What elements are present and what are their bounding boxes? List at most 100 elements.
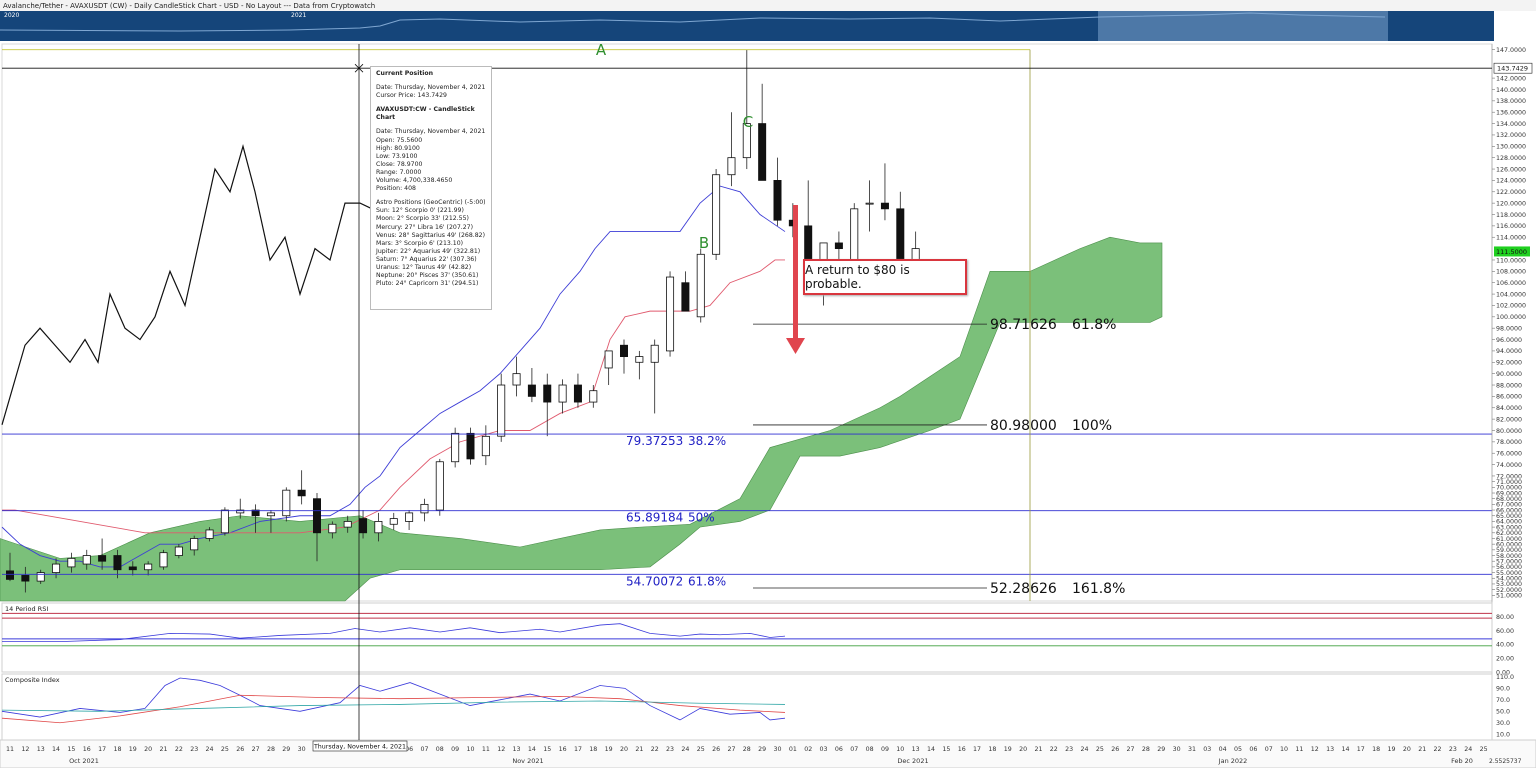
price-axis[interactable]: 147.0000 142.0000 140.0000 138.0000 136.0000… — [1491, 44, 1533, 740]
fib-label-pct: 50% — [688, 511, 715, 525]
fib-label-value: 65.89184 — [626, 511, 683, 525]
date-tick-label: 07 — [850, 746, 858, 753]
candle-body-up — [589, 390, 598, 403]
date-tick-label: 19 — [1387, 746, 1395, 753]
date-tick-label: 31 — [1188, 746, 1196, 753]
candle — [420, 498, 429, 522]
price-tick-label: 140.0000 — [1496, 87, 1526, 94]
tooltip-line: Date: Thursday, November 4, 2021 — [376, 128, 486, 136]
candle — [543, 373, 552, 437]
chart-title: Avalanche/Tether - AVAXUSDT (CW) - Daily… — [3, 2, 375, 10]
composite-panel: Composite Index 110.0 90.0 70.0 50.0 30.0 10.0 — [1, 673, 1514, 741]
date-tick-label: 09 — [451, 746, 459, 753]
date-tick-label: 07 — [1265, 746, 1273, 753]
lagging-span-line — [1, 144, 373, 425]
candle-body-down — [834, 242, 843, 250]
date-tick-label: 20 — [1403, 746, 1411, 753]
date-tick-label: 25 — [221, 746, 229, 753]
candle — [297, 470, 306, 505]
date-tick-label: 29 — [282, 746, 290, 753]
price-tick-label: 128.0000 — [1496, 155, 1526, 162]
candle-body-up — [481, 435, 490, 457]
date-tick-label: 17 — [973, 746, 981, 753]
composite-slow-avg — [1, 700, 786, 712]
date-tick-label: 25 — [697, 746, 705, 753]
date-tick-label: 18 — [1372, 746, 1380, 753]
price-tick-label: 147.0000 — [1496, 47, 1526, 54]
candle — [880, 163, 889, 221]
candle — [758, 83, 767, 181]
date-tick-label: 13 — [1326, 746, 1334, 753]
tooltip-line: Close: 78.9700 — [376, 160, 423, 168]
date-tick-label: 23 — [190, 746, 198, 753]
candle-body-up — [374, 521, 383, 534]
candle-body-down — [620, 344, 629, 358]
price-tick-label: 51.0000 — [1496, 593, 1522, 600]
candle-body-up — [144, 563, 153, 571]
composite-tick-label: 30.0 — [1496, 720, 1510, 727]
candle-body-up — [635, 356, 644, 363]
tooltip-series-title: AVAXUSDT:CW - CandleStick Chart — [376, 106, 475, 122]
composite-tick-label: 10.0 — [1496, 732, 1510, 739]
candle — [589, 385, 598, 408]
date-tick-label: 14 — [528, 746, 536, 753]
date-tick-label: 15 — [67, 746, 75, 753]
price-tick-label: 98.0000 — [1496, 325, 1522, 332]
tooltip-line: Volume: 4,700,338.4650 — [376, 177, 453, 185]
price-tick-label: 74.0000 — [1496, 462, 1522, 469]
candle — [773, 157, 782, 226]
date-tick-label: 10 — [1280, 746, 1288, 753]
date-tick-label: 21 — [1034, 746, 1042, 753]
date-tick-label: 08 — [436, 746, 444, 753]
tooltip-line: Position: 408 — [376, 185, 416, 193]
crosshair-tooltip: Current Position Date: Thursday, Novembe… — [370, 66, 492, 310]
tooltip-astro-line: Pluto: 24° Capricorn 31' (294.51) — [376, 280, 479, 288]
candle-body-up — [159, 552, 168, 568]
fib-label-pct: 38.2% — [688, 434, 726, 448]
date-tick-label: 23 — [666, 746, 674, 753]
candle-body-down — [98, 555, 107, 562]
price-tick-label: 90.0000 — [1496, 371, 1522, 378]
date-tick-label: 13 — [513, 746, 521, 753]
rsi-title: 14 Period RSI — [5, 605, 48, 613]
candle-body-down — [773, 180, 782, 221]
candle-body-down — [113, 555, 122, 571]
candle — [666, 271, 675, 357]
date-tick-label: 11 — [1295, 746, 1303, 753]
date-tick-label: 13 — [37, 746, 45, 753]
candle — [220, 507, 229, 536]
date-tick-label: 11 — [482, 746, 490, 753]
candle-body-up — [389, 518, 398, 525]
candle — [236, 498, 245, 519]
crosshair-price-label: 143.7429 — [1497, 65, 1528, 73]
tooltip-astro-line: Moon: 2° Scorpio 33' (212.55) — [376, 215, 469, 223]
price-tick-label: 122.0000 — [1496, 189, 1526, 196]
price-tick-label: 134.0000 — [1496, 121, 1526, 128]
composite-title: Composite Index — [5, 676, 60, 684]
candle-body-down — [128, 566, 137, 571]
candle-body-up — [451, 432, 460, 463]
chart-canvas[interactable]: Avalanche/Tether - AVAXUSDT (CW) - Daily… — [0, 0, 1536, 768]
composite-tick-label: 50.0 — [1496, 709, 1510, 716]
candle-body-up — [497, 384, 506, 437]
date-axis[interactable]: 11 12 13 14 15 16 17 18 19 20 21 22 23 24 25 26 27 28 29 30… — [0, 739, 1536, 768]
ichimoku-cloud-area — [0, 236, 1163, 602]
date-tick-label: 14 — [1341, 746, 1349, 753]
candle — [481, 425, 490, 466]
arrow-head — [786, 338, 805, 354]
date-tick-label: 19 — [605, 746, 613, 753]
date-tick-label: 12 — [1311, 746, 1319, 753]
candle — [865, 180, 874, 232]
date-tick-label: 30 — [298, 746, 306, 753]
navigator-window[interactable] — [1098, 11, 1388, 41]
candle-body-up — [405, 512, 414, 522]
date-tick-label: 18 — [113, 746, 121, 753]
rsi-tick-label: 40.00 — [1496, 642, 1514, 649]
ichimoku-cloud — [0, 236, 1163, 602]
date-tick-label: 24 — [206, 746, 214, 753]
date-tick-label: 25 — [1096, 746, 1104, 753]
date-tick-label: 10 — [466, 746, 474, 753]
date-tick-label: 21 — [1418, 746, 1426, 753]
price-tick-label: 82.0000 — [1496, 416, 1522, 423]
candle — [512, 356, 521, 397]
